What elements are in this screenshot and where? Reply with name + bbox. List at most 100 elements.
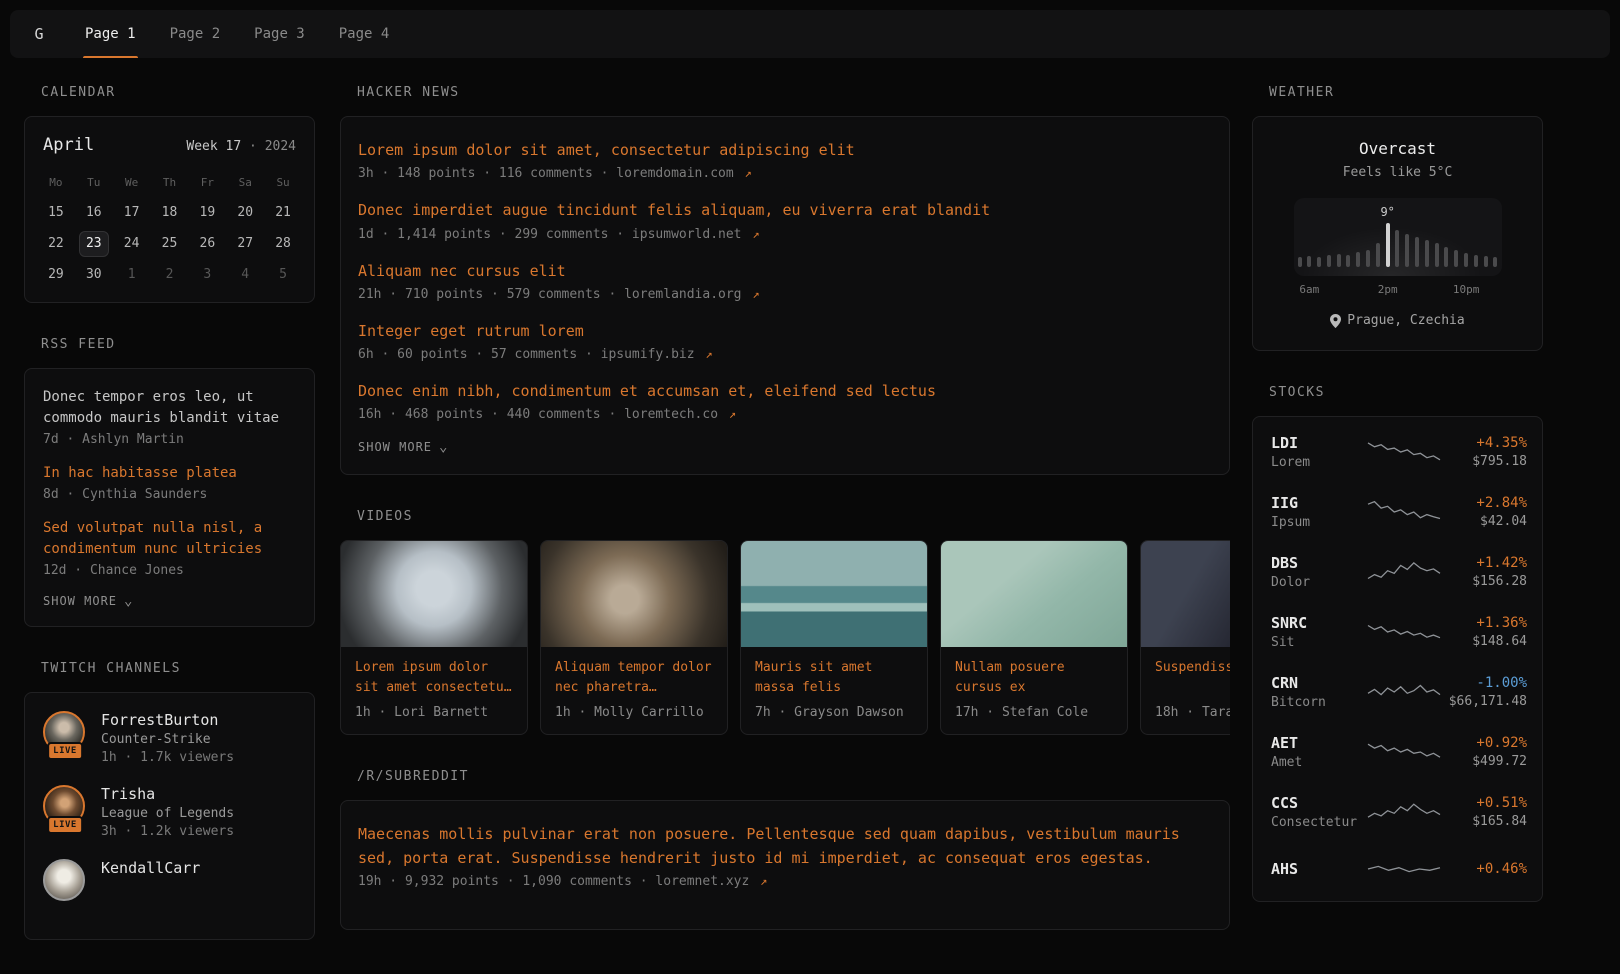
video-card[interactable]: Nullam posuere cursus ex17h · Stefan Col… <box>940 540 1128 735</box>
twitch-channel[interactable]: LIVETrishaLeague of Legends3h · 1.2k vie… <box>43 785 296 839</box>
video-card[interactable]: Aliquam tempor dolor nec pharetra…1h · M… <box>540 540 728 735</box>
stock-ticker: CCS <box>1271 794 1367 812</box>
stocks-list: LDILorem+4.35%$795.18IIGIpsum+2.84%$42.0… <box>1253 422 1542 896</box>
stock-change: +0.46% <box>1441 861 1527 877</box>
video-body: Lorem ipsum dolor sit amet consectetu…1h… <box>341 647 527 734</box>
calendar-day[interactable]: 23 <box>75 228 113 259</box>
stock-ticker: IIG <box>1271 494 1367 512</box>
video-thumbnail[interactable] <box>341 541 527 647</box>
stock-ticker: LDI <box>1271 434 1367 452</box>
video-body: Mauris sit amet massa felis7h · Grayson … <box>741 647 927 734</box>
calendar-day[interactable]: 3 <box>188 259 226 290</box>
video-thumbnail[interactable] <box>741 541 927 647</box>
video-card[interactable]: Suspendisse diam18h · Tara <box>1140 540 1230 735</box>
calendar-grid: MoTuWeThFrSaSu15161718192021222324252627… <box>25 155 314 302</box>
stock-row[interactable]: LDILorem+4.35%$795.18 <box>1253 422 1542 482</box>
rss-item-title[interactable]: Donec tempor eros leo, ut commodo mauris… <box>43 387 296 429</box>
calendar-month: April <box>43 135 94 155</box>
stock-info: DBSDolor <box>1271 554 1367 590</box>
channel-name[interactable]: ForrestBurton <box>101 711 234 729</box>
calendar-day[interactable]: 4 <box>226 259 264 290</box>
hn-item-title[interactable]: Donec imperdiet augue tincidunt felis al… <box>358 199 1212 222</box>
weather-time-label: 2pm <box>1378 283 1398 296</box>
video-list: Lorem ipsum dolor sit amet consectetu…1h… <box>340 540 1230 735</box>
calendar-day[interactable]: 28 <box>264 228 302 259</box>
calendar-day[interactable]: 30 <box>75 259 113 290</box>
stock-row[interactable]: SNRCSit+1.36%$148.64 <box>1253 602 1542 662</box>
tab-page-1[interactable]: Page 1 <box>68 10 153 58</box>
calendar-year: 2024 <box>265 139 296 154</box>
external-link-icon[interactable]: ↗ <box>705 347 712 361</box>
hackernews-show-more-button[interactable]: SHOW MORE ⌄ <box>358 440 1212 454</box>
stock-row[interactable]: CRNBitcorn-1.00%$66,171.48 <box>1253 662 1542 722</box>
channel-game: League of Legends <box>101 806 234 821</box>
video-thumbnail[interactable] <box>941 541 1127 647</box>
external-link-icon[interactable]: ↗ <box>752 287 759 301</box>
external-link-icon[interactable]: ↗ <box>745 166 752 180</box>
tab-page-3[interactable]: Page 3 <box>237 10 322 58</box>
calendar-day[interactable]: 16 <box>75 197 113 228</box>
video-title[interactable]: Mauris sit amet massa felis <box>755 658 913 697</box>
hn-item: Integer eget rutrum lorem6h · 60 points … <box>358 320 1212 362</box>
hn-item-title[interactable]: Donec enim nibh, condimentum et accumsan… <box>358 380 1212 403</box>
calendar-day[interactable]: 17 <box>113 197 151 228</box>
calendar-section-title: CALENDAR <box>41 85 315 100</box>
rss-list: Donec tempor eros leo, ut commodo mauris… <box>43 387 296 578</box>
stock-row[interactable]: CCSConsectetur+0.51%$165.84 <box>1253 782 1542 842</box>
twitch-channel[interactable]: KendallCarr <box>43 859 296 901</box>
channel-name[interactable]: KendallCarr <box>101 859 200 877</box>
hn-item-title[interactable]: Lorem ipsum dolor sit amet, consectetur … <box>358 139 1212 162</box>
hn-item-title[interactable]: Integer eget rutrum lorem <box>358 320 1212 343</box>
hn-item-title[interactable]: Aliquam nec cursus elit <box>358 260 1212 283</box>
stock-price: $148.64 <box>1441 634 1527 649</box>
subreddit-list: Maecenas mollis pulvinar erat non posuer… <box>358 823 1212 889</box>
channel-name[interactable]: Trisha <box>101 785 234 803</box>
subreddit-post-title[interactable]: Maecenas mollis pulvinar erat non posuer… <box>358 823 1212 870</box>
subreddit-post: Maecenas mollis pulvinar erat non posuer… <box>358 823 1212 889</box>
external-link-icon[interactable]: ↗ <box>760 874 767 888</box>
stock-row[interactable]: AHS+0.46% <box>1253 842 1542 896</box>
video-body: Aliquam tempor dolor nec pharetra…1h · M… <box>541 647 727 734</box>
external-link-icon[interactable]: ↗ <box>729 407 736 421</box>
tab-page-4[interactable]: Page 4 <box>322 10 407 58</box>
calendar-day[interactable]: 18 <box>151 197 189 228</box>
calendar-day[interactable]: 27 <box>226 228 264 259</box>
stock-row[interactable]: AETAmet+0.92%$499.72 <box>1253 722 1542 782</box>
video-title[interactable]: Nullam posuere cursus ex <box>955 658 1113 697</box>
video-thumbnail[interactable] <box>541 541 727 647</box>
calendar-day[interactable]: 19 <box>188 197 226 228</box>
rss-item-title[interactable]: Sed volutpat nulla nisl, a condimentum n… <box>43 518 296 560</box>
channel-meta: 3h · 1.2k viewers <box>101 824 234 839</box>
rss-item-title[interactable]: In hac habitasse platea <box>43 463 296 484</box>
external-link-icon[interactable]: ↗ <box>752 227 759 241</box>
calendar-day[interactable]: 20 <box>226 197 264 228</box>
video-card[interactable]: Lorem ipsum dolor sit amet consectetu…1h… <box>340 540 528 735</box>
video-thumbnail[interactable] <box>1141 541 1230 647</box>
calendar-day[interactable]: 2 <box>151 259 189 290</box>
calendar-day[interactable]: 25 <box>151 228 189 259</box>
calendar-day[interactable]: 21 <box>264 197 302 228</box>
calendar-day[interactable]: 1 <box>113 259 151 290</box>
app-logo[interactable]: G <box>10 10 68 58</box>
calendar-day[interactable]: 24 <box>113 228 151 259</box>
rss-show-more-button[interactable]: SHOW MORE ⌄ <box>43 594 296 608</box>
calendar-day[interactable]: 29 <box>37 259 75 290</box>
rss-item-meta: 12d · Chance Jones <box>43 563 296 578</box>
calendar-day[interactable]: 5 <box>264 259 302 290</box>
video-title[interactable]: Lorem ipsum dolor sit amet consectetu… <box>355 658 513 697</box>
calendar-day[interactable]: 15 <box>37 197 75 228</box>
weather-widget: WEATHER Overcast Feels like 5°C 9° 6am2p… <box>1252 85 1543 351</box>
stock-row[interactable]: IIGIpsum+2.84%$42.04 <box>1253 482 1542 542</box>
rss-section-title: RSS FEED <box>41 337 315 352</box>
video-card[interactable]: Mauris sit amet massa felis7h · Grayson … <box>740 540 928 735</box>
calendar-day[interactable]: 26 <box>188 228 226 259</box>
twitch-channel[interactable]: LIVEForrestBurtonCounter-Strike1h · 1.7k… <box>43 711 296 765</box>
video-title[interactable]: Aliquam tempor dolor nec pharetra… <box>555 658 713 697</box>
tab-page-2[interactable]: Page 2 <box>153 10 238 58</box>
weather-bar <box>1395 230 1399 267</box>
video-title[interactable]: Suspendisse diam <box>1155 658 1230 697</box>
hn-item-meta: 21h · 710 points · 579 comments · loreml… <box>358 287 1212 302</box>
weather-bar <box>1298 257 1302 267</box>
stock-row[interactable]: DBSDolor+1.42%$156.28 <box>1253 542 1542 602</box>
calendar-day[interactable]: 22 <box>37 228 75 259</box>
